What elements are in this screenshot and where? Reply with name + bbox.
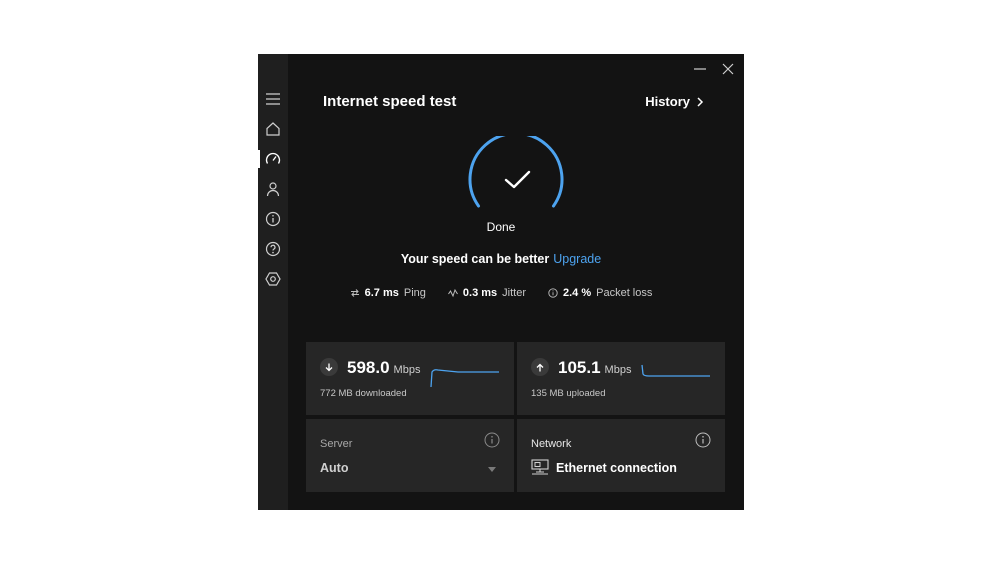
latency-stats: 6.7 ms Ping 0.3 ms Jitter 2.4 % Packet l… [258,287,744,299]
sidebar [258,54,288,510]
test-status: Done [486,220,516,234]
close-icon [722,63,734,75]
menu-button[interactable] [258,84,288,114]
chevron-right-icon [697,96,704,107]
ping-value: 6.7 ms [364,287,399,299]
jitter-stat: 0.3 ms Jitter [447,287,526,299]
checkmark-icon [504,170,531,189]
download-arrow-icon [320,358,338,376]
history-label: History [645,94,690,109]
network-info-icon[interactable] [695,432,711,448]
upload-speed: 105.1 Mbps [558,358,631,378]
packet-loss-info-icon [548,288,558,298]
jitter-value: 0.3 ms [462,287,498,299]
upgrade-link[interactable]: Upgrade [553,252,601,266]
upgrade-message: Your speed can be better Upgrade [258,252,744,266]
jitter-wave-icon [447,288,458,298]
ping-label: Ping [403,287,426,299]
ping-stat: 6.7 ms Ping [350,287,426,299]
speed-gauge [468,136,564,208]
page-title: Internet speed test [323,93,457,110]
network-value: Ethernet connection [556,461,677,475]
sidebar-item-home[interactable] [258,114,288,144]
server-value: Auto [320,461,349,475]
upload-arrow-icon [531,358,549,376]
ping-arrows-icon [350,289,359,297]
download-card: 598.0 Mbps 772 MB downloaded [306,342,514,415]
ethernet-icon [531,459,549,475]
download-speed-value: 598.0 [347,358,390,377]
settings-icon [265,272,281,286]
speedometer-icon [265,152,281,164]
upload-amount: 135 MB uploaded [531,388,606,399]
menu-icon [266,93,280,105]
server-selector[interactable]: Server Auto [306,419,514,492]
history-link[interactable]: History [645,94,704,109]
home-icon [266,122,280,136]
packet-loss-stat: 2.4 % Packet loss [548,287,652,299]
sidebar-item-account[interactable] [258,174,288,204]
chevron-down-icon [488,467,496,472]
packet-loss-label: Packet loss [596,287,653,299]
packet-loss-value: 2.4 % [562,287,592,299]
minimize-button[interactable] [688,60,712,78]
network-card: Network Ethernet connection [517,419,725,492]
download-amount: 772 MB downloaded [320,388,407,399]
download-unit: Mbps [393,364,421,376]
upload-speed-value: 105.1 [558,358,601,377]
close-button[interactable] [716,60,740,78]
speed-message: Your speed can be better [400,252,550,266]
server-label: Server [320,438,353,450]
download-sparkline [430,369,499,388]
sidebar-item-speedtest[interactable] [258,144,288,174]
upload-card: 105.1 Mbps 135 MB uploaded [517,342,725,415]
account-icon [266,182,280,197]
speed-test-window: Internet speed test History Done Your sp… [258,54,744,510]
upload-unit: Mbps [604,364,632,376]
server-info-icon[interactable] [484,432,500,448]
jitter-label: Jitter [502,287,526,299]
network-label: Network [531,438,572,450]
minimize-icon [694,68,706,70]
download-speed: 598.0 Mbps [347,358,420,378]
upload-sparkline [641,364,710,377]
